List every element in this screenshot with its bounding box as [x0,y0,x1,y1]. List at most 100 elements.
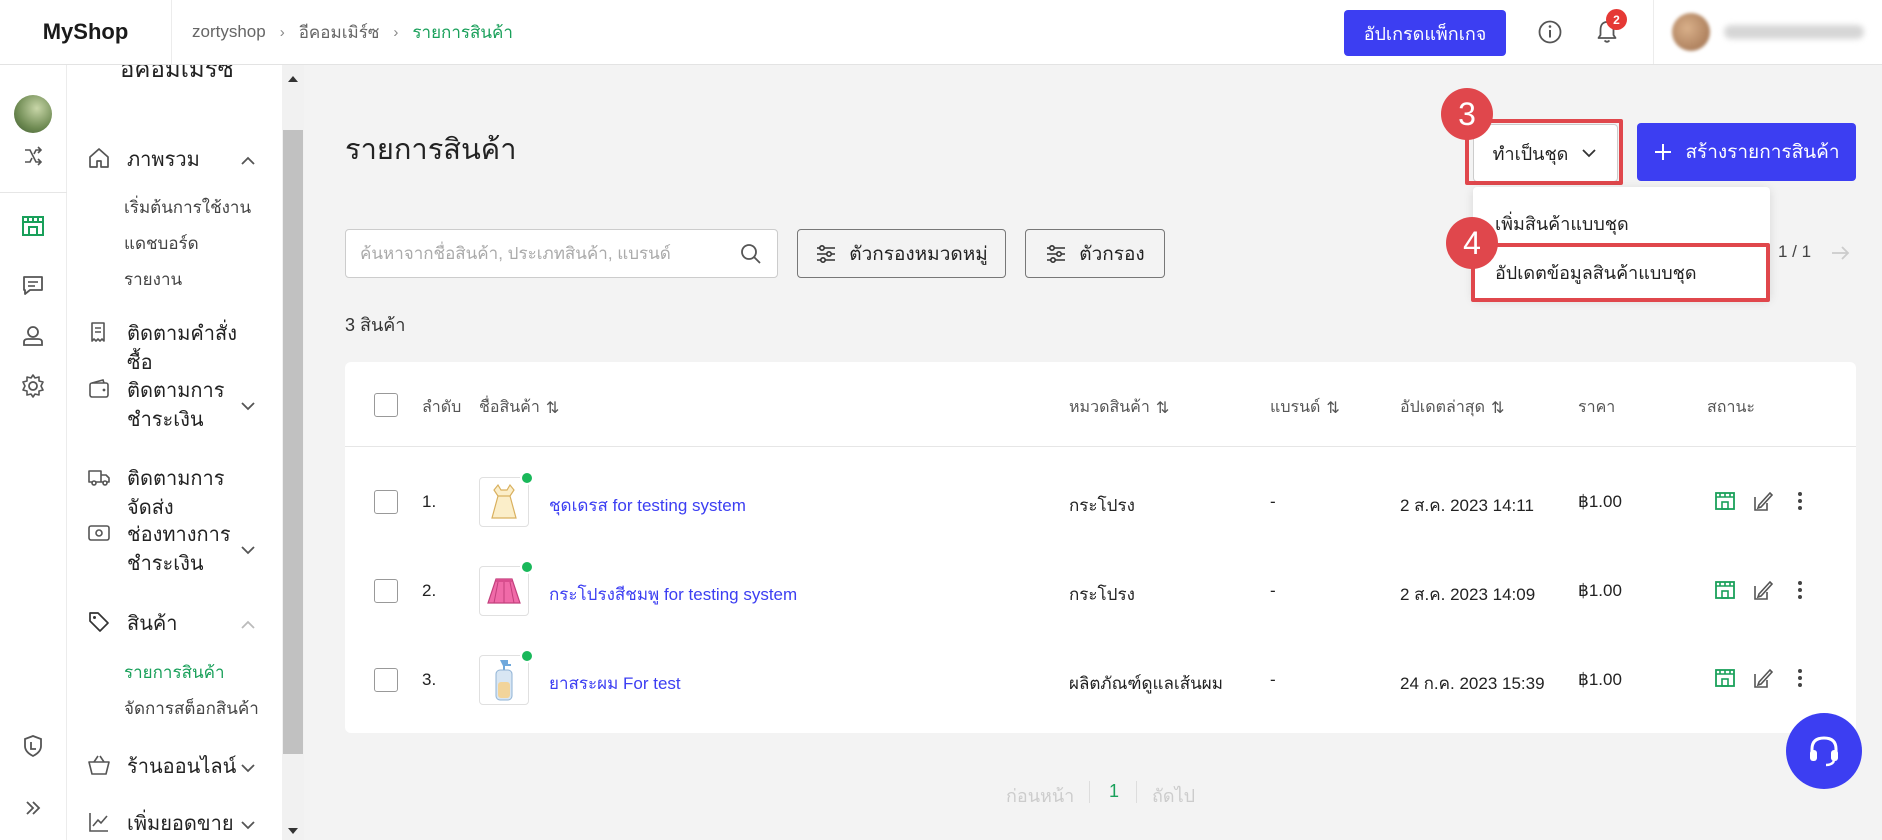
home-icon [89,148,109,168]
store-icon[interactable] [1713,666,1737,690]
row-index: 1. [422,492,437,511]
plus-icon [1655,144,1672,160]
select-all-checkbox[interactable] [374,393,398,417]
sidebar-item-products[interactable]: สินค้า [67,610,282,639]
rail-divider [0,192,67,193]
switch-shop-icon[interactable] [22,145,44,167]
pager-prev[interactable]: ก่อนหน้า [1006,781,1074,810]
sidebar-item-payment-tracking[interactable]: ติดตามการชำระเงิน [67,377,282,435]
shield-icon[interactable] [20,733,46,759]
edit-icon[interactable] [1750,666,1774,690]
scroll-up-icon[interactable] [286,74,300,84]
breadcrumb-ecommerce[interactable]: อีคอมเมิร์ซ [299,19,380,46]
truck-icon [88,470,110,486]
scroll-down-icon[interactable] [286,826,300,836]
create-product-button[interactable]: สร้างรายการสินค้า [1637,123,1856,181]
column-header-category[interactable]: หมวดสินค้า ⇅ [1069,395,1169,420]
product-name-link[interactable]: ยาสระผม For test [549,670,681,697]
category-filter-button[interactable]: ตัวกรองหมวดหมู่ [797,229,1006,278]
product-category: กระโปรง [1069,585,1135,604]
row-checkbox[interactable] [374,668,398,692]
sidebar-subitem-stock-management[interactable]: จัดการสต็อกสินค้า [124,695,259,722]
column-header-updated[interactable]: อัปเดตล่าสุด ⇅ [1400,395,1504,420]
headset-icon [1810,736,1838,767]
online-status-dot [520,649,534,663]
arrow-right-icon[interactable] [1829,242,1851,264]
user-name-redacted [1724,25,1864,39]
menu-item-bulk-add[interactable]: เพิ่มสินค้าแบบชุด [1495,209,1629,238]
sidebar-subitem-getting-started[interactable]: เริ่มต้นการใช้งาน [124,194,251,221]
sidebar-item-label: สินค้า [127,613,178,635]
chevron-down-icon[interactable] [239,759,257,777]
filter-label: ตัวกรอง [1079,243,1145,265]
sidebar-item-overview[interactable]: ภาพรวม [67,146,282,175]
sidebar-item-online-store[interactable]: ร้านออนไลน์ [67,753,282,782]
chart-icon [89,813,108,832]
filter-button[interactable]: ตัวกรอง [1025,229,1165,278]
row-index: 3. [422,670,437,689]
chevron-down-icon[interactable] [239,541,257,559]
user-menu[interactable] [1653,0,1882,64]
row-checkbox[interactable] [374,490,398,514]
breadcrumb-shop[interactable]: zortyshop [192,22,266,42]
expand-sidebar-icon[interactable] [20,795,46,821]
chevron-up-icon[interactable] [239,152,257,170]
product-name-link[interactable]: ชุดเดรส for testing system [549,492,746,519]
page-title: รายการสินค้า [345,134,517,166]
chevron-down-icon[interactable] [239,816,257,834]
edit-icon[interactable] [1750,578,1774,602]
search-icon[interactable] [739,242,763,266]
support-chat-button[interactable] [1786,713,1862,789]
store-icon[interactable] [1713,489,1737,513]
icon-rail [0,65,67,840]
shop-avatar[interactable] [14,95,52,133]
category-filter-label: ตัวกรองหมวดหมู่ [849,243,988,265]
sidebar-item-label: เพิ่มยอดขาย [127,813,234,835]
chevron-down-icon[interactable] [239,397,257,415]
step-4-highlight [1471,243,1770,302]
sidebar-section-title: อีคอมเมิร์ซ [120,65,234,83]
column-header-name[interactable]: ชื่อสินค้า ⇅ [479,395,559,420]
sidebar-item-order-tracking[interactable]: ติดตามคำสั่งซื้อ [67,320,282,378]
notification-badge: 2 [1606,9,1627,30]
tag-icon [89,612,109,632]
chevron-up-icon[interactable] [239,616,257,634]
app-logo[interactable]: MyShop [0,0,172,64]
more-icon[interactable] [1788,489,1812,513]
pager-next[interactable]: ถัดไป [1152,781,1195,810]
sidebar-subitem-product-list[interactable]: รายการสินค้า [124,659,225,686]
column-header-brand[interactable]: แบรนด์ ⇅ [1270,395,1340,420]
pager-current[interactable]: 1 [1109,781,1119,802]
product-thumbnail-skirt[interactable] [479,566,529,616]
sidebar-item-boost-sales[interactable]: เพิ่มยอดขาย [67,810,282,839]
more-icon[interactable] [1788,578,1812,602]
product-name-link[interactable]: กระโปรงสีชมพู for testing system [549,581,797,608]
sidebar-scrollbar-thumb[interactable] [283,130,303,754]
user-icon[interactable] [20,323,46,349]
edit-icon[interactable] [1750,489,1774,513]
upgrade-package-button[interactable]: อัปเกรดแพ็กเกจ [1344,10,1506,56]
store-icon[interactable] [1713,578,1737,602]
product-thumbnail-dress[interactable] [479,477,529,527]
top-bar: MyShop zortyshop › อีคอมเมิร์ซ › รายการส… [0,0,1882,65]
product-thumbnail-shampoo[interactable] [479,655,529,705]
store-icon[interactable] [20,213,46,239]
sort-icon: ⇅ [1326,399,1340,417]
chat-icon[interactable] [20,273,46,299]
info-icon[interactable] [1535,17,1565,47]
gear-icon[interactable] [20,373,46,399]
product-category: ผลิตภัณฑ์ดูแลเส้นผม [1069,674,1223,693]
sidebar-subitem-dashboard[interactable]: แดชบอร์ด [124,230,199,257]
sidebar-item-shipping-tracking[interactable]: ติดตามการจัดส่ง [67,465,282,523]
search-field[interactable] [345,229,778,278]
search-input[interactable] [360,230,730,277]
sidebar-subitem-report[interactable]: รายงาน [124,266,182,293]
row-checkbox[interactable] [374,579,398,603]
product-updated: 2 ส.ค. 2023 14:09 [1400,585,1536,604]
sidebar-item-label: ติดตามคำสั่งซื้อ [127,323,237,374]
more-icon[interactable] [1788,666,1812,690]
step-3-badge: 3 [1441,88,1493,140]
sidebar-item-payment-channels[interactable]: ช่องทางการชำระเงิน [67,521,282,579]
product-price: ฿1.00 [1578,670,1622,689]
sidebar: อีคอมเมิร์ซ ภาพรวม เริ่มต้นการใช้งาน แดช… [67,65,282,840]
